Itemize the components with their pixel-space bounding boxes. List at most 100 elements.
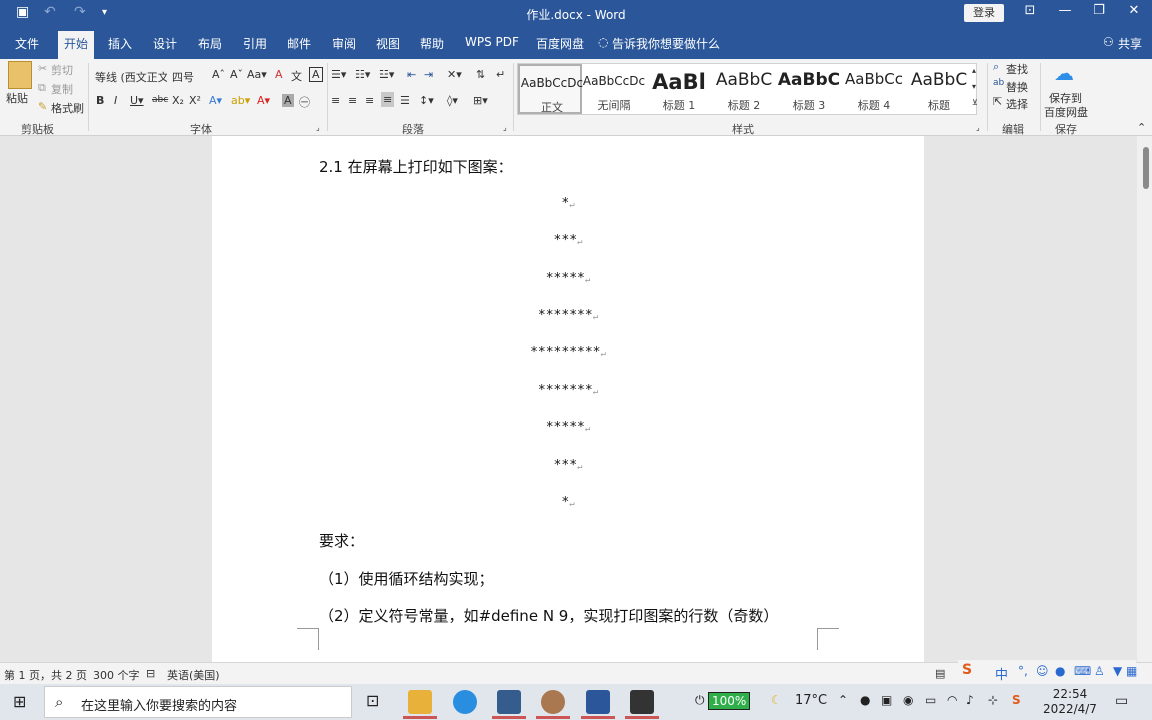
qq-icon[interactable]: ◉ [903, 693, 913, 707]
character-border-icon[interactable]: A [309, 67, 323, 82]
tab-insert[interactable]: 插入 [108, 35, 132, 52]
tab-mailings[interactable]: 邮件 [287, 35, 311, 52]
font-size-select[interactable]: 四号 [172, 69, 194, 85]
align-left-icon[interactable]: ≡ [331, 94, 340, 107]
format-painter-button[interactable]: 格式刷 [51, 100, 84, 116]
distributed-icon[interactable]: ☰ [400, 94, 410, 107]
justify-icon[interactable]: ≡ [381, 92, 395, 107]
text-effects-icon[interactable]: A▾ [209, 94, 222, 107]
style-heading-1[interactable]: AaBl 标题 1 [647, 64, 711, 114]
sogou-input-icon[interactable]: S [1012, 693, 1021, 707]
restore-button[interactable]: ❐ [1089, 3, 1109, 18]
user-icon[interactable]: ♙ [1094, 664, 1105, 678]
bullets-icon[interactable]: ☰▾ [331, 68, 346, 81]
file-explorer-icon[interactable] [408, 690, 432, 714]
increase-indent-icon[interactable]: ⇥ [424, 68, 433, 81]
tab-layout[interactable]: 布局 [198, 35, 222, 52]
font-color-icon[interactable]: A▾ [257, 94, 270, 107]
tab-home[interactable]: 开始 [58, 31, 95, 59]
baidu-netdisk-icon[interactable]: ☁ [1054, 61, 1074, 85]
style-heading-3[interactable]: AaBbC 标题 3 [777, 64, 841, 114]
styles-scroll-down-icon[interactable]: ▾ [972, 82, 976, 91]
toolbox-icon[interactable]: ▦ [1126, 664, 1137, 678]
sogou-browser-icon[interactable] [453, 690, 477, 714]
numbering-icon[interactable]: ☷▾ [355, 68, 370, 81]
highlight-icon[interactable]: ab▾ [231, 94, 250, 107]
microphone-icon[interactable]: ● [860, 693, 870, 707]
change-case-icon[interactable]: Aa▾ [247, 68, 267, 81]
character-shading-icon[interactable]: A [282, 94, 294, 107]
save-to-netdisk-line2[interactable]: 百度网盘 [1044, 104, 1088, 120]
tab-help[interactable]: 帮助 [420, 35, 444, 52]
style-heading-2[interactable]: AaBbC 标题 2 [712, 64, 776, 114]
wifi-icon[interactable]: ◠ [947, 693, 957, 707]
scroll-thumb[interactable] [1143, 147, 1149, 189]
tab-review[interactable]: 审阅 [332, 35, 356, 52]
taskbar-clock[interactable]: 22:54 2022/4/7 [1040, 687, 1100, 717]
taskbar-search-box[interactable]: ⌕ 在这里输入你要搜索的内容 [44, 686, 352, 718]
multilevel-list-icon[interactable]: ☳▾ [379, 68, 394, 81]
windows-start-icon[interactable]: ⊞ [13, 692, 26, 711]
emoji-icon[interactable]: ☺ [1036, 664, 1049, 678]
enclose-characters-icon[interactable]: ㊀ [299, 94, 310, 110]
keyboard-icon[interactable]: ⌨ [1074, 664, 1091, 678]
style-no-spacing[interactable]: AaBbCcDc 无间隔 [582, 64, 646, 114]
dev-cpp-icon[interactable] [497, 690, 521, 714]
strikethrough-icon[interactable]: abc [152, 95, 168, 105]
italic-icon[interactable]: I [114, 94, 117, 107]
volume-icon[interactable]: ♪ [966, 693, 974, 707]
network-monitor-icon[interactable]: ▣ [881, 693, 892, 707]
proofing-icon[interactable]: ⊟ [146, 667, 155, 680]
shrink-font-icon[interactable]: Aˇ [230, 68, 243, 81]
chinese-layout-icon[interactable]: ✕▾ [447, 68, 462, 81]
font-dialog-launcher-icon[interactable]: ⌟ [316, 123, 320, 132]
skin-icon[interactable]: ▼ [1113, 664, 1122, 678]
style-heading-4[interactable]: AaBbCc 标题 4 [842, 64, 906, 114]
align-center-icon[interactable]: ≡ [348, 94, 357, 107]
notification-icon[interactable]: ▭ [1115, 693, 1128, 709]
phonetic-guide-icon[interactable]: 文 [291, 68, 302, 84]
close-button[interactable]: ✕ [1124, 3, 1144, 18]
ime-toggle-icon[interactable]: ⊹ [988, 693, 998, 707]
tell-me-search[interactable]: 告诉我你想要做什么 [612, 35, 720, 52]
screen-capture-icon[interactable] [630, 690, 654, 714]
font-name-select[interactable]: 等线 (西文正文 [95, 69, 167, 85]
tab-references[interactable]: 引用 [243, 35, 267, 52]
punctuation-icon[interactable]: °, [1018, 664, 1028, 678]
styles-scroll-up-icon[interactable]: ▴ [972, 66, 976, 75]
tab-design[interactable]: 设计 [153, 35, 177, 52]
temperature[interactable]: 17°C [795, 693, 827, 708]
subscript-icon[interactable]: X₂ [172, 94, 184, 107]
vertical-scrollbar[interactable] [1137, 136, 1152, 662]
superscript-icon[interactable]: X² [189, 94, 201, 107]
clipboard-icon[interactable] [8, 61, 32, 89]
shading-icon[interactable]: ◊▾ [447, 94, 458, 107]
sogou-logo-icon[interactable]: S [962, 662, 972, 678]
read-mode-icon[interactable]: ▤ [935, 667, 945, 680]
paste-button[interactable]: 粘贴 [6, 90, 28, 106]
document-page[interactable]: 2.1 在屏幕上打印如下图案： *↵ ***↵ *****↵ *******↵ … [212, 136, 924, 662]
borders-icon[interactable]: ⊞▾ [473, 94, 488, 107]
sort-icon[interactable]: ⇅ [476, 68, 485, 81]
voice-input-icon[interactable]: ● [1055, 664, 1065, 678]
find-button[interactable]: 查找 [1006, 61, 1028, 77]
tab-wps-pdf[interactable]: WPS PDF [465, 35, 519, 49]
clear-formatting-icon[interactable]: A [275, 68, 283, 81]
underline-icon[interactable]: U▾ [130, 94, 144, 107]
styles-dialog-launcher-icon[interactable]: ⌟ [976, 123, 980, 132]
share-button[interactable]: 共享 [1118, 35, 1142, 52]
ribbon-display-icon[interactable]: ⊡ [1020, 3, 1040, 18]
ime-mode[interactable]: 中 [995, 664, 1008, 683]
tray-chevron-icon[interactable]: ⌃ [838, 693, 848, 707]
word-app-icon[interactable] [586, 690, 610, 714]
styles-more-icon[interactable]: ⊻ [972, 98, 978, 107]
tab-baidu-netdisk[interactable]: 百度网盘 [536, 35, 584, 52]
bold-icon[interactable]: B [96, 94, 104, 107]
battery-indicator[interactable]: 100% [708, 692, 751, 710]
align-right-icon[interactable]: ≡ [365, 94, 374, 107]
battery-tray-icon[interactable]: ▭ [925, 693, 936, 707]
cut-button[interactable]: 剪切 [51, 62, 73, 78]
avatar-app-icon[interactable] [541, 690, 565, 714]
select-button[interactable]: 选择 [1006, 96, 1028, 112]
grow-font-icon[interactable]: Aˆ [212, 68, 225, 81]
